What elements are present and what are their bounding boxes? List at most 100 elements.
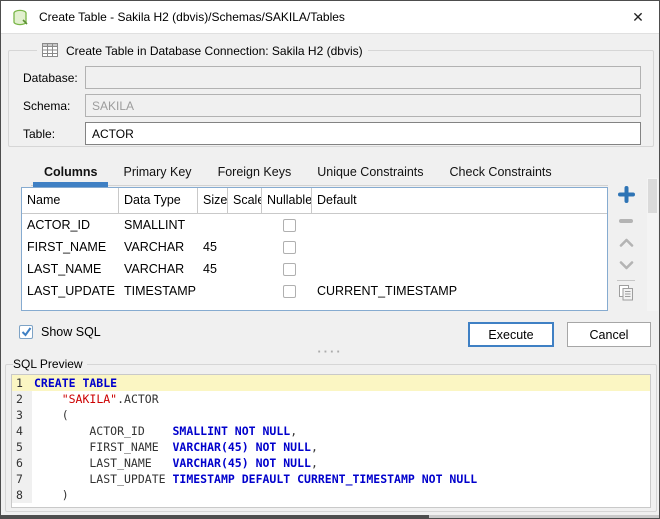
- move-up-button[interactable]: [614, 231, 638, 254]
- sql-code: CREATE TABLE: [32, 375, 650, 391]
- show-sql-label: Show SQL: [41, 325, 101, 339]
- partial-icon: [619, 309, 633, 314]
- grid-scrollbar[interactable]: [647, 178, 658, 311]
- column-header-nullable[interactable]: Nullable: [262, 188, 312, 213]
- columns-grid[interactable]: NameData TypeSizeScaleNullableDefault AC…: [21, 187, 608, 311]
- sql-preview-groupbox: SQL Preview 1CREATE TABLE2 "SAKILA".ACTO…: [5, 357, 657, 512]
- close-icon[interactable]: ✕: [617, 1, 659, 33]
- database-field[interactable]: [85, 66, 641, 89]
- sql-token: VARCHAR(45) NOT NULL: [172, 440, 310, 454]
- field-row-database: Database:: [23, 66, 641, 89]
- grid-scrollbar-thumb[interactable]: [648, 179, 657, 213]
- table-row[interactable]: LAST_UPDATETIMESTAMP CURRENT_TIMESTAMP: [22, 280, 607, 302]
- cell[interactable]: [262, 285, 312, 298]
- remove-column-button[interactable]: [614, 208, 638, 231]
- line-number: 4: [12, 423, 32, 439]
- nullable-checkbox[interactable]: [283, 241, 296, 254]
- sql-line: 8 ): [12, 487, 650, 503]
- cell[interactable]: 45: [198, 240, 228, 254]
- line-number: 1: [12, 375, 32, 391]
- sql-token: CREATE TABLE: [34, 376, 117, 390]
- cell[interactable]: 45: [198, 262, 228, 276]
- execute-button[interactable]: Execute: [468, 322, 554, 347]
- tab-check-constraints[interactable]: Check Constraints: [437, 159, 565, 185]
- sql-token: LAST_NAME: [34, 456, 172, 470]
- chevron-down-icon: [619, 257, 634, 275]
- sql-token: "SAKILA": [62, 392, 117, 406]
- table-row[interactable]: FIRST_NAMEVARCHAR45: [22, 236, 607, 258]
- connection-group-label: Create Table in Database Connection: Sak…: [66, 44, 363, 58]
- tab-foreign-keys[interactable]: Foreign Keys: [205, 159, 305, 185]
- cell[interactable]: [262, 219, 312, 232]
- sql-preview-editor: 1CREATE TABLE2 "SAKILA".ACTOR3 (4 ACTOR_…: [11, 374, 651, 508]
- window-titlebar[interactable]: Create Table - Sakila H2 (dbvis)/Schemas…: [1, 1, 659, 34]
- sql-preview-label: SQL Preview: [13, 357, 87, 371]
- cell[interactable]: TIMESTAMP: [119, 284, 198, 298]
- table-row[interactable]: LAST_NAMEVARCHAR45: [22, 258, 607, 280]
- line-number: 2: [12, 391, 32, 407]
- table-editor-tabs: ColumnsPrimary KeyForeign KeysUnique Con…: [31, 159, 608, 186]
- sql-line: 1CREATE TABLE: [12, 375, 650, 391]
- sql-token: ,: [290, 424, 297, 438]
- tab-columns[interactable]: Columns: [31, 159, 110, 185]
- sql-line: 7 LAST_UPDATE TIMESTAMP DEFAULT CURRENT_…: [12, 471, 650, 487]
- window-title: Create Table - Sakila H2 (dbvis)/Schemas…: [39, 1, 345, 33]
- cell[interactable]: ACTOR_ID: [22, 218, 119, 232]
- tab-primary-key[interactable]: Primary Key: [110, 159, 204, 185]
- cell[interactable]: [262, 241, 312, 254]
- nullable-checkbox[interactable]: [283, 263, 296, 276]
- copy-column-button[interactable]: [614, 283, 638, 306]
- column-header-scale[interactable]: Scale: [228, 188, 262, 213]
- schema-label: Schema:: [23, 99, 85, 113]
- connection-groupbox: Create Table in Database Connection: Sak…: [8, 43, 654, 147]
- sql-token: .ACTOR: [117, 392, 159, 406]
- column-header-default[interactable]: Default: [312, 188, 607, 213]
- nullable-checkbox[interactable]: [283, 219, 296, 232]
- columns-grid-header: NameData TypeSizeScaleNullableDefault: [22, 188, 607, 214]
- background-window-edge: [1, 515, 429, 518]
- cell[interactable]: SMALLINT: [119, 218, 198, 232]
- cell[interactable]: LAST_UPDATE: [22, 284, 119, 298]
- sql-token: TIMESTAMP DEFAULT CURRENT_TIMESTAMP NOT …: [172, 472, 477, 486]
- sql-token: ,: [311, 440, 318, 454]
- cell[interactable]: VARCHAR: [119, 262, 198, 276]
- table-field[interactable]: [85, 122, 641, 145]
- toolbar-separator: [617, 280, 635, 281]
- sql-code: LAST_NAME VARCHAR(45) NOT NULL,: [32, 455, 650, 471]
- cell[interactable]: VARCHAR: [119, 240, 198, 254]
- field-row-table: Table:: [23, 122, 641, 145]
- sql-line: 4 ACTOR_ID SMALLINT NOT NULL,: [12, 423, 650, 439]
- column-header-name[interactable]: Name: [22, 188, 119, 213]
- cancel-button[interactable]: Cancel: [567, 322, 651, 347]
- tab-unique-constraints[interactable]: Unique Constraints: [304, 159, 436, 185]
- create-table-dialog: Create Table - Sakila H2 (dbvis)/Schemas…: [0, 0, 660, 519]
- add-column-button[interactable]: [614, 185, 638, 208]
- table-label: Table:: [23, 127, 85, 141]
- show-sql-checkbox[interactable]: Show SQL: [19, 325, 101, 339]
- connection-fields: Database: Schema: Table:: [23, 66, 641, 145]
- table-icon: [42, 43, 59, 58]
- move-down-button[interactable]: [614, 254, 638, 277]
- cell[interactable]: [262, 263, 312, 276]
- line-number: 5: [12, 439, 32, 455]
- nullable-checkbox[interactable]: [283, 285, 296, 298]
- copy-icon: [618, 284, 634, 306]
- column-header-data-type[interactable]: Data Type: [119, 188, 198, 213]
- splitter-handle[interactable]: ····: [1, 347, 659, 357]
- line-number: 3: [12, 407, 32, 423]
- sql-line: 5 FIRST_NAME VARCHAR(45) NOT NULL,: [12, 439, 650, 455]
- clipped-button[interactable]: [614, 306, 638, 313]
- cell[interactable]: FIRST_NAME: [22, 240, 119, 254]
- sql-token: FIRST_NAME: [34, 440, 172, 454]
- table-row[interactable]: ACTOR_IDSMALLINT: [22, 214, 607, 236]
- checkbox-check-icon: [19, 325, 33, 339]
- background-window-edge-light: [429, 515, 659, 518]
- cell[interactable]: LAST_NAME: [22, 262, 119, 276]
- column-header-size[interactable]: Size: [198, 188, 228, 213]
- sql-token: ): [34, 488, 69, 502]
- schema-field[interactable]: [85, 94, 641, 117]
- columns-grid-body: ACTOR_IDSMALLINTFIRST_NAMEVARCHAR45LAST_…: [22, 214, 607, 302]
- cell[interactable]: CURRENT_TIMESTAMP: [312, 284, 607, 298]
- line-number: 6: [12, 455, 32, 471]
- line-number: 8: [12, 487, 32, 503]
